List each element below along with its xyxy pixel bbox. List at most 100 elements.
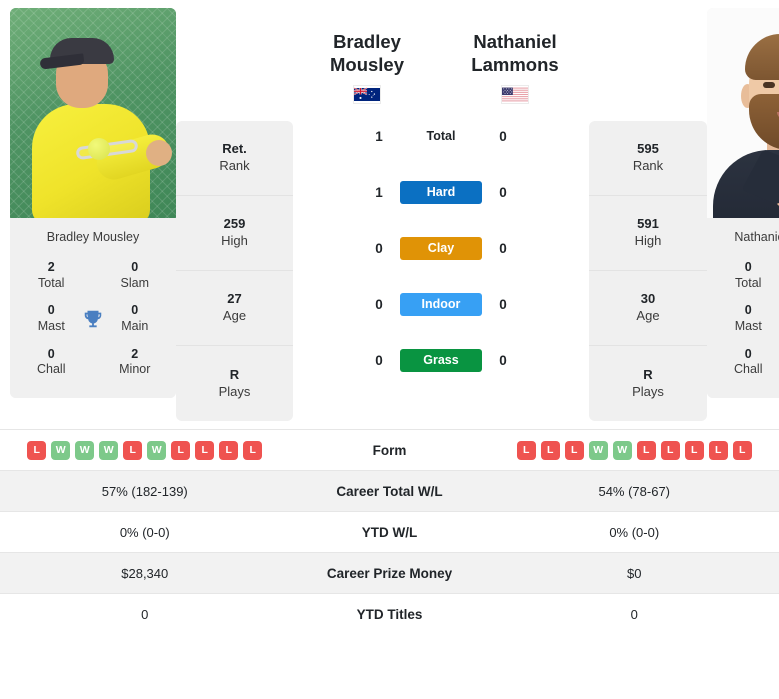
stat-plays-value-right: R — [643, 366, 653, 382]
stat-age-value-left: 27 — [227, 291, 242, 307]
form-badge-loss: L — [708, 440, 728, 460]
h2h-row-hard: 1 Hard 0 — [293, 164, 589, 220]
h2h-total-left-score: 1 — [375, 128, 383, 144]
titles-mast-right: 0 Mast — [723, 303, 774, 334]
titles-minor-left: 2 Minor — [110, 347, 161, 378]
trophy-icon — [774, 308, 779, 330]
player-first-name-right: Nathaniel — [473, 31, 557, 52]
player-last-name-right: Lammons — [471, 54, 559, 76]
player-hair — [745, 34, 779, 80]
table-label-career-prize-money: Career Prize Money — [326, 565, 453, 581]
ytd-titles-right: 0 — [630, 606, 638, 622]
h2h-hard-left-score: 1 — [375, 184, 383, 200]
stat-card-right: 595 Rank 591 High 30 Age R Plays — [589, 121, 707, 421]
titles-chall-label-right: Chall — [734, 362, 763, 377]
table-label-career-total-wl: Career Total W/L — [336, 483, 443, 499]
form-badge-loss: L — [540, 440, 560, 460]
player-comparison-page: Bradley Mousley 2 Total 0 Slam 0 Mast 0 … — [0, 0, 779, 699]
player-name-caption-right: Nathaniel Lammons — [707, 218, 779, 254]
stat-age-left: 27 Age — [176, 271, 293, 346]
comparison-stats-table: LWWWLWLLLL Form LLLWWLLLLL 57% (182-139)… — [0, 429, 779, 634]
table-label-ytd-wl: YTD W/L — [361, 524, 418, 540]
h2h-clay-left-score: 0 — [375, 240, 383, 256]
titles-slam-label-left: Slam — [120, 275, 149, 290]
surface-breakdown-list: 1 Total 0 1 Hard 0 0 Clay 0 0 Indoor 0 0… — [293, 104, 589, 388]
surface-badge-grass[interactable]: Grass — [400, 348, 482, 372]
h2h-row-grass: 0 Grass 0 — [293, 332, 589, 388]
surface-badge-hard[interactable]: Hard — [400, 180, 482, 204]
titles-row-chall-minor-right: 0 Chall 0 Minor — [713, 341, 779, 384]
player-panel-left[interactable]: Bradley Mousley 2 Total 0 Slam 0 Mast 0 … — [10, 8, 176, 398]
stat-plays-value-left: R — [229, 366, 240, 382]
h2h-hard-right-score: 0 — [499, 184, 507, 200]
ytd-wl-left: 0% (0-0) — [119, 524, 170, 540]
titles-row-total-slam-left: 2 Total 0 Slam — [16, 254, 170, 297]
form-badge-loss: L — [27, 440, 47, 460]
stat-rank-value-left: Ret. — [222, 141, 247, 157]
surface-badge-clay[interactable]: Clay — [400, 236, 482, 260]
titles-row-total-slam-right: 0 Total 0 Slam — [713, 254, 779, 297]
player-panel-right[interactable]: Nathaniel Lammons 0 Total 0 Slam 0 — [707, 8, 779, 398]
titles-row-mast-main-left: 0 Mast 0 Main — [16, 297, 170, 340]
form-badges-right: LLLWWLLLLL — [490, 440, 779, 460]
career-total-wl-left: 57% (182-139) — [101, 483, 188, 499]
h2h-indoor-left-score: 0 — [375, 296, 383, 312]
ytd-titles-left: 0 — [141, 606, 149, 622]
player-photo-right[interactable] — [707, 8, 779, 218]
form-badge-win: W — [99, 440, 119, 460]
player-first-name-left: Bradley — [333, 31, 401, 52]
form-badge-loss: L — [684, 440, 704, 460]
titles-total-right: 0 Total — [723, 260, 774, 291]
titles-total-label-right: Total — [735, 275, 762, 290]
player-hand — [146, 140, 172, 166]
titles-slam-left: 0 Slam — [110, 260, 161, 291]
table-label-form: Form — [372, 442, 407, 458]
form-badge-loss: L — [123, 440, 143, 460]
player-eye-left — [763, 82, 775, 88]
titles-mast-left: 0 Mast — [26, 303, 77, 334]
form-badge-loss: L — [732, 440, 752, 460]
stat-high-right: 591 High — [589, 196, 707, 271]
career-prize-money-left: $28,340 — [121, 565, 169, 581]
player-photo-left[interactable] — [10, 8, 176, 218]
titles-mast-value-left: 0 — [47, 303, 55, 318]
comparison-header: Bradley Mousley 2 Total 0 Slam 0 Mast 0 … — [0, 0, 779, 421]
titles-total-value-left: 2 — [47, 260, 55, 274]
form-badge-win: W — [147, 440, 167, 460]
flag-australia-icon — [353, 85, 381, 105]
stat-high-left: 259 High — [176, 196, 293, 271]
player-name-caption-left: Bradley Mousley — [10, 218, 176, 254]
titles-minor-value-left: 2 — [131, 346, 139, 361]
trophy-icon — [77, 308, 110, 330]
player-name-left[interactable]: Bradley Mousley — [293, 8, 441, 105]
titles-slam-value-left: 0 — [131, 260, 139, 274]
h2h-total-right-score: 0 — [499, 128, 507, 144]
titles-main-left: 0 Main — [110, 303, 161, 334]
h2h-grass-left-score: 0 — [375, 352, 383, 368]
form-badge-loss: L — [243, 440, 263, 460]
career-total-wl-right: 54% (78-67) — [598, 483, 671, 499]
form-badge-win: W — [612, 440, 632, 460]
h2h-row-total: 1 Total 0 — [293, 108, 589, 164]
form-badge-win: W — [75, 440, 95, 460]
head-to-head-center: Bradley Mousley Nathaniel Lammons 1 Tota… — [293, 8, 589, 388]
titles-row-chall-minor-left: 0 Chall 2 Minor — [16, 341, 170, 384]
stat-rank-value-right: 595 — [637, 141, 659, 157]
surface-badge-indoor[interactable]: Indoor — [400, 292, 482, 316]
stat-rank-right: 595 Rank — [589, 121, 707, 196]
h2h-grass-right-score: 0 — [499, 352, 507, 368]
stat-rank-left: Ret. Rank — [176, 121, 293, 196]
form-badge-win: W — [51, 440, 71, 460]
form-badge-loss: L — [516, 440, 536, 460]
career-prize-money-right: $0 — [627, 565, 642, 581]
stat-plays-label-right: Plays — [632, 383, 664, 399]
titles-total-left: 2 Total — [26, 260, 77, 291]
titles-chall-value-left: 0 — [47, 346, 55, 361]
form-badge-loss: L — [660, 440, 680, 460]
titles-chall-value-right: 0 — [744, 346, 752, 361]
flag-usa-icon — [501, 85, 529, 105]
titles-chall-left: 0 Chall — [26, 347, 77, 378]
player-last-name-left: Mousley — [329, 54, 405, 76]
titles-mast-label-left: Mast — [37, 318, 65, 333]
player-name-right[interactable]: Nathaniel Lammons — [441, 8, 589, 105]
